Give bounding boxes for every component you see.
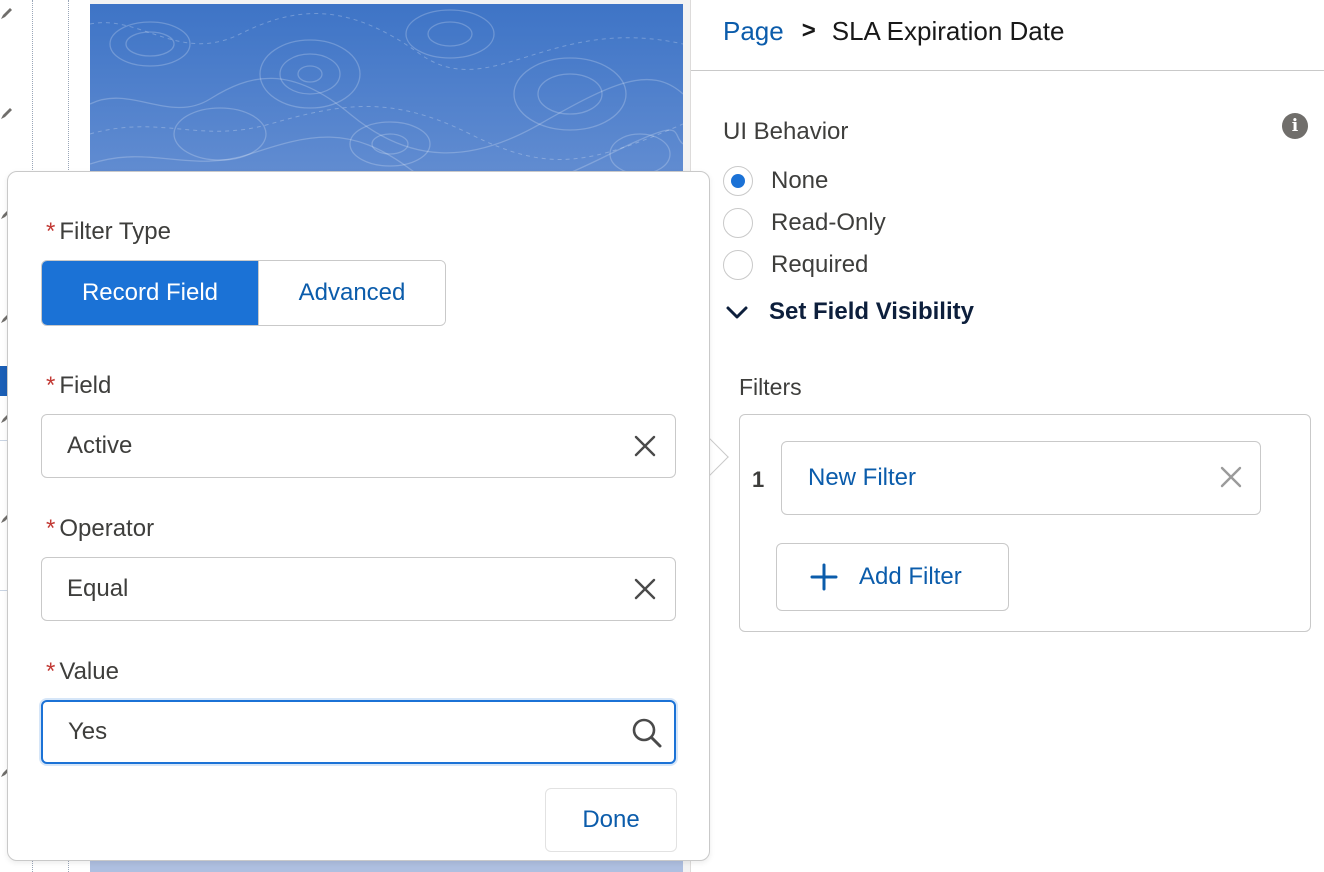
radio-option-read-only[interactable]: Read-Only bbox=[723, 208, 886, 238]
filter-type-label-text: Filter Type bbox=[59, 218, 171, 245]
radio-button[interactable] bbox=[723, 208, 753, 238]
plus-icon bbox=[810, 563, 838, 591]
add-filter-button[interactable]: Add Filter bbox=[776, 543, 1009, 611]
set-field-visibility-label: Set Field Visibility bbox=[769, 298, 974, 325]
field-label: * Field bbox=[46, 372, 111, 400]
panel-divider bbox=[691, 70, 1324, 71]
operator-value: Equal bbox=[67, 575, 129, 602]
clear-icon[interactable] bbox=[631, 432, 659, 460]
selected-indicator bbox=[0, 366, 7, 396]
operator-label: * Operator bbox=[46, 515, 154, 543]
value-search-input[interactable]: Yes bbox=[41, 700, 676, 764]
advanced-button[interactable]: Advanced bbox=[259, 261, 445, 325]
value-label: * Value bbox=[46, 658, 119, 686]
add-filter-label: Add Filter bbox=[859, 563, 962, 590]
radio-button[interactable] bbox=[723, 166, 753, 196]
filter-type-label: * Filter Type bbox=[46, 218, 171, 246]
edit-icon[interactable] bbox=[0, 106, 14, 120]
ui-behavior-label: UI Behavior bbox=[723, 118, 849, 145]
filters-container: 1 New Filter Add Filter bbox=[739, 414, 1311, 632]
edit-icon[interactable] bbox=[0, 6, 14, 20]
required-marker: * bbox=[46, 372, 56, 399]
breadcrumb-page-link[interactable]: Page bbox=[723, 16, 784, 47]
clear-icon[interactable] bbox=[631, 575, 659, 603]
property-panel: Page > SLA Expiration Date UI Behavior i… bbox=[690, 0, 1324, 872]
field-combobox[interactable]: Active bbox=[41, 414, 676, 478]
filter-item-label[interactable]: New Filter bbox=[808, 464, 916, 492]
set-field-visibility-toggle[interactable]: Set Field Visibility bbox=[725, 298, 974, 326]
breadcrumb: Page > SLA Expiration Date bbox=[723, 14, 1064, 48]
close-icon[interactable] bbox=[1216, 462, 1246, 492]
filter-popover: * Filter Type Record Field Advanced * Fiel… bbox=[7, 171, 710, 861]
operator-label-text: Operator bbox=[59, 515, 155, 542]
operator-combobox[interactable]: Equal bbox=[41, 557, 676, 621]
done-button[interactable]: Done bbox=[545, 788, 677, 852]
field-value: Active bbox=[67, 432, 133, 459]
search-icon[interactable] bbox=[630, 716, 664, 750]
required-marker: * bbox=[46, 515, 56, 542]
filter-type-toggle: Record Field Advanced bbox=[41, 260, 446, 326]
radio-label: None bbox=[771, 167, 829, 194]
radio-option-required[interactable]: Required bbox=[723, 250, 868, 280]
required-marker: * bbox=[46, 658, 56, 685]
required-marker: * bbox=[46, 218, 56, 245]
radio-button[interactable] bbox=[723, 250, 753, 280]
radio-label: Read-Only bbox=[771, 209, 886, 236]
filter-number: 1 bbox=[752, 467, 765, 492]
value-label-text: Value bbox=[59, 658, 119, 685]
record-field-button[interactable]: Record Field bbox=[42, 261, 259, 325]
field-label-text: Field bbox=[59, 372, 112, 399]
radio-label: Required bbox=[771, 251, 869, 278]
filters-label: Filters bbox=[739, 374, 802, 400]
radio-option-none[interactable]: None bbox=[723, 166, 828, 196]
chevron-down-icon bbox=[726, 306, 748, 319]
breadcrumb-separator: > bbox=[801, 17, 816, 44]
breadcrumb-current: SLA Expiration Date bbox=[831, 15, 1065, 46]
info-icon[interactable]: i bbox=[1282, 113, 1308, 139]
value-text: Yes bbox=[68, 718, 108, 745]
filter-item[interactable]: New Filter bbox=[781, 441, 1261, 515]
